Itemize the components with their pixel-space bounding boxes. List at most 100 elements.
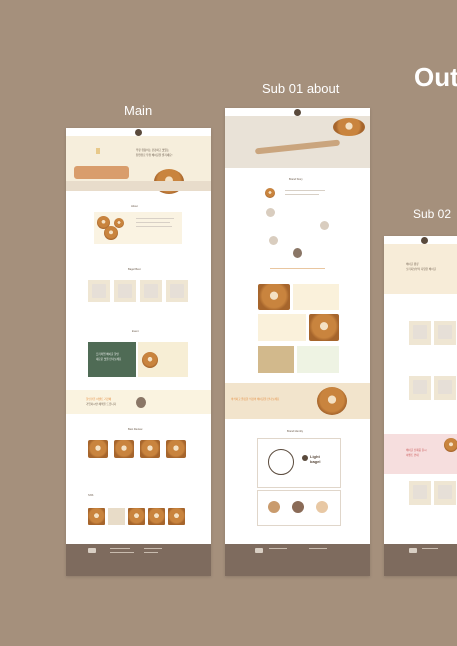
about-text-line	[136, 218, 174, 219]
product-card-1[interactable]	[409, 321, 431, 345]
palette-swatch-2	[292, 501, 304, 513]
story-highlight-line	[270, 268, 325, 269]
pink-line-1: 베이글 신제품 출시	[406, 449, 427, 452]
best-product-4[interactable]	[166, 280, 188, 302]
sub2-nav	[384, 236, 457, 244]
about-bagel-2	[104, 226, 118, 240]
sns-title: SNS	[88, 494, 94, 497]
story-text-line	[285, 194, 319, 195]
mascot-icon	[136, 397, 146, 408]
bagel-photo	[309, 314, 339, 341]
sns-photo-2[interactable]	[108, 508, 125, 525]
footer-logo	[409, 548, 417, 553]
sub1-hero-image	[225, 116, 370, 168]
story-step-icon-1	[266, 208, 275, 217]
story-text-line	[285, 190, 325, 191]
identity-title: Brand Identity	[287, 430, 304, 433]
lamp-icon	[96, 148, 100, 154]
event-line-2: 새로운 맛을 만나보세요	[96, 358, 122, 361]
best-title: Bagel Best	[128, 268, 141, 271]
hero-floor	[66, 181, 211, 191]
product-card-2[interactable]	[434, 321, 456, 345]
banner-text: 바삭하고 쫄깃한 식감의 베이글을 만나보세요	[231, 398, 280, 401]
process-card-2	[258, 314, 306, 341]
product-card-6[interactable]	[434, 481, 456, 505]
product-card-3[interactable]	[409, 376, 431, 400]
review-item-1[interactable]	[88, 440, 108, 458]
story-bagel-icon	[265, 188, 275, 198]
brand-name-2: bagel	[310, 459, 321, 464]
banner-line-2: 가입하시면 혜택을 드립니다	[86, 403, 117, 406]
main-hero: 우유 유통비는 건강하고 맛있는 천연유로 우유 베이글을 즐기세요!	[66, 136, 211, 194]
sub2-hero-line-1: 베이글 종류	[406, 263, 419, 266]
best-product-1[interactable]	[88, 280, 110, 302]
main-nav	[66, 128, 211, 136]
palette-swatch-3	[316, 501, 328, 513]
best-product-3[interactable]	[140, 280, 162, 302]
label-out: Out	[414, 62, 457, 92]
palette-swatch-1	[268, 501, 280, 513]
story-title: Brand Story	[289, 178, 303, 181]
sns-photo-1[interactable]	[88, 508, 105, 525]
event-section: 프리미엄 베이글 할인 새로운 맛을 만나보세요	[88, 342, 188, 377]
process-card-1	[293, 284, 339, 310]
sns-photo-3[interactable]	[128, 508, 145, 525]
wheat-photo	[258, 346, 294, 373]
sub1-page-mockup: Brand Story 바삭하고 쫄깃한 식감의 베이글을 만나보세요 Bran…	[225, 108, 370, 576]
about-bagel-3	[114, 218, 124, 228]
sub1-banner: 바삭하고 쫄깃한 식감의 베이글을 만나보세요	[225, 383, 370, 419]
story-step-icon-2	[320, 221, 329, 230]
main-footer	[66, 544, 211, 576]
pink-line-2: 이벤트 안내	[406, 454, 419, 457]
about-text-line	[136, 222, 170, 223]
review-item-2[interactable]	[114, 440, 134, 458]
product-card-5[interactable]	[409, 481, 431, 505]
pink-bagel	[444, 438, 457, 452]
banner-line-1: 할인쿠폰 이벤트 기간에	[86, 398, 112, 401]
best-product-2[interactable]	[114, 280, 136, 302]
rolling-pin	[254, 139, 341, 155]
event-cream-card[interactable]	[138, 342, 188, 377]
dough-photo	[258, 284, 290, 310]
sub1-nav	[225, 108, 370, 116]
sub2-page-mockup: 베이글 종류 오리지널부터 다양한 베이글 베이글 신제품 출시 이벤트 안내	[384, 236, 457, 576]
label-main: Main	[124, 103, 153, 118]
label-sub1: Sub 01 about	[262, 81, 340, 96]
identity-card: Light bagel	[257, 438, 341, 488]
mascot-icon	[293, 248, 302, 258]
logo-icon	[294, 108, 301, 116]
event-title: Event	[132, 330, 139, 333]
brand-emblem-icon	[268, 449, 294, 475]
brand-mark-icon	[302, 455, 308, 461]
event-green-card[interactable]: 프리미엄 베이글 할인 새로운 맛을 만나보세요	[88, 342, 136, 377]
sns-photo-5[interactable]	[168, 508, 185, 525]
about-title: About	[131, 205, 138, 208]
banner-bagels	[317, 387, 347, 415]
story-step-icon-3	[269, 236, 278, 245]
sub2-pink-banner[interactable]: 베이글 신제품 출시 이벤트 안내	[384, 434, 457, 474]
hero-line-2: 천연유로 우유 베이글을 즐기세요!	[136, 154, 173, 157]
footer-logo	[88, 548, 96, 553]
review-item-3[interactable]	[140, 440, 160, 458]
label-sub2: Sub 02	[413, 207, 452, 221]
sns-photo-4[interactable]	[148, 508, 165, 525]
sub2-hero-line-2: 오리지널부터 다양한 베이글	[406, 268, 437, 271]
sub2-footer	[384, 544, 457, 576]
coupon-banner[interactable]: 할인쿠폰 이벤트 기간에 가입하시면 혜택을 드립니다	[66, 390, 211, 414]
sub2-hero: 베이글 종류 오리지널부터 다양한 베이글	[384, 244, 457, 294]
about-card	[94, 212, 182, 244]
sofa-illustration	[74, 166, 129, 179]
hero-line-1: 우유 유통비는 건강하고 맛있는	[136, 149, 170, 152]
logo-icon	[420, 236, 428, 244]
event-line-1: 프리미엄 베이글 할인	[96, 353, 119, 356]
hero-bread	[333, 118, 365, 136]
product-card-4[interactable]	[434, 376, 456, 400]
footer-logo	[255, 548, 263, 553]
event-bagel	[142, 352, 158, 368]
review-title: Best Review	[128, 428, 143, 431]
main-page-mockup: 우유 유통비는 건강하고 맛있는 천연유로 우유 베이글을 즐기세요! Abou…	[66, 128, 211, 576]
review-item-4[interactable]	[166, 440, 186, 458]
sub1-footer	[225, 544, 370, 576]
about-text-line	[136, 226, 172, 227]
process-card-3	[297, 346, 339, 373]
